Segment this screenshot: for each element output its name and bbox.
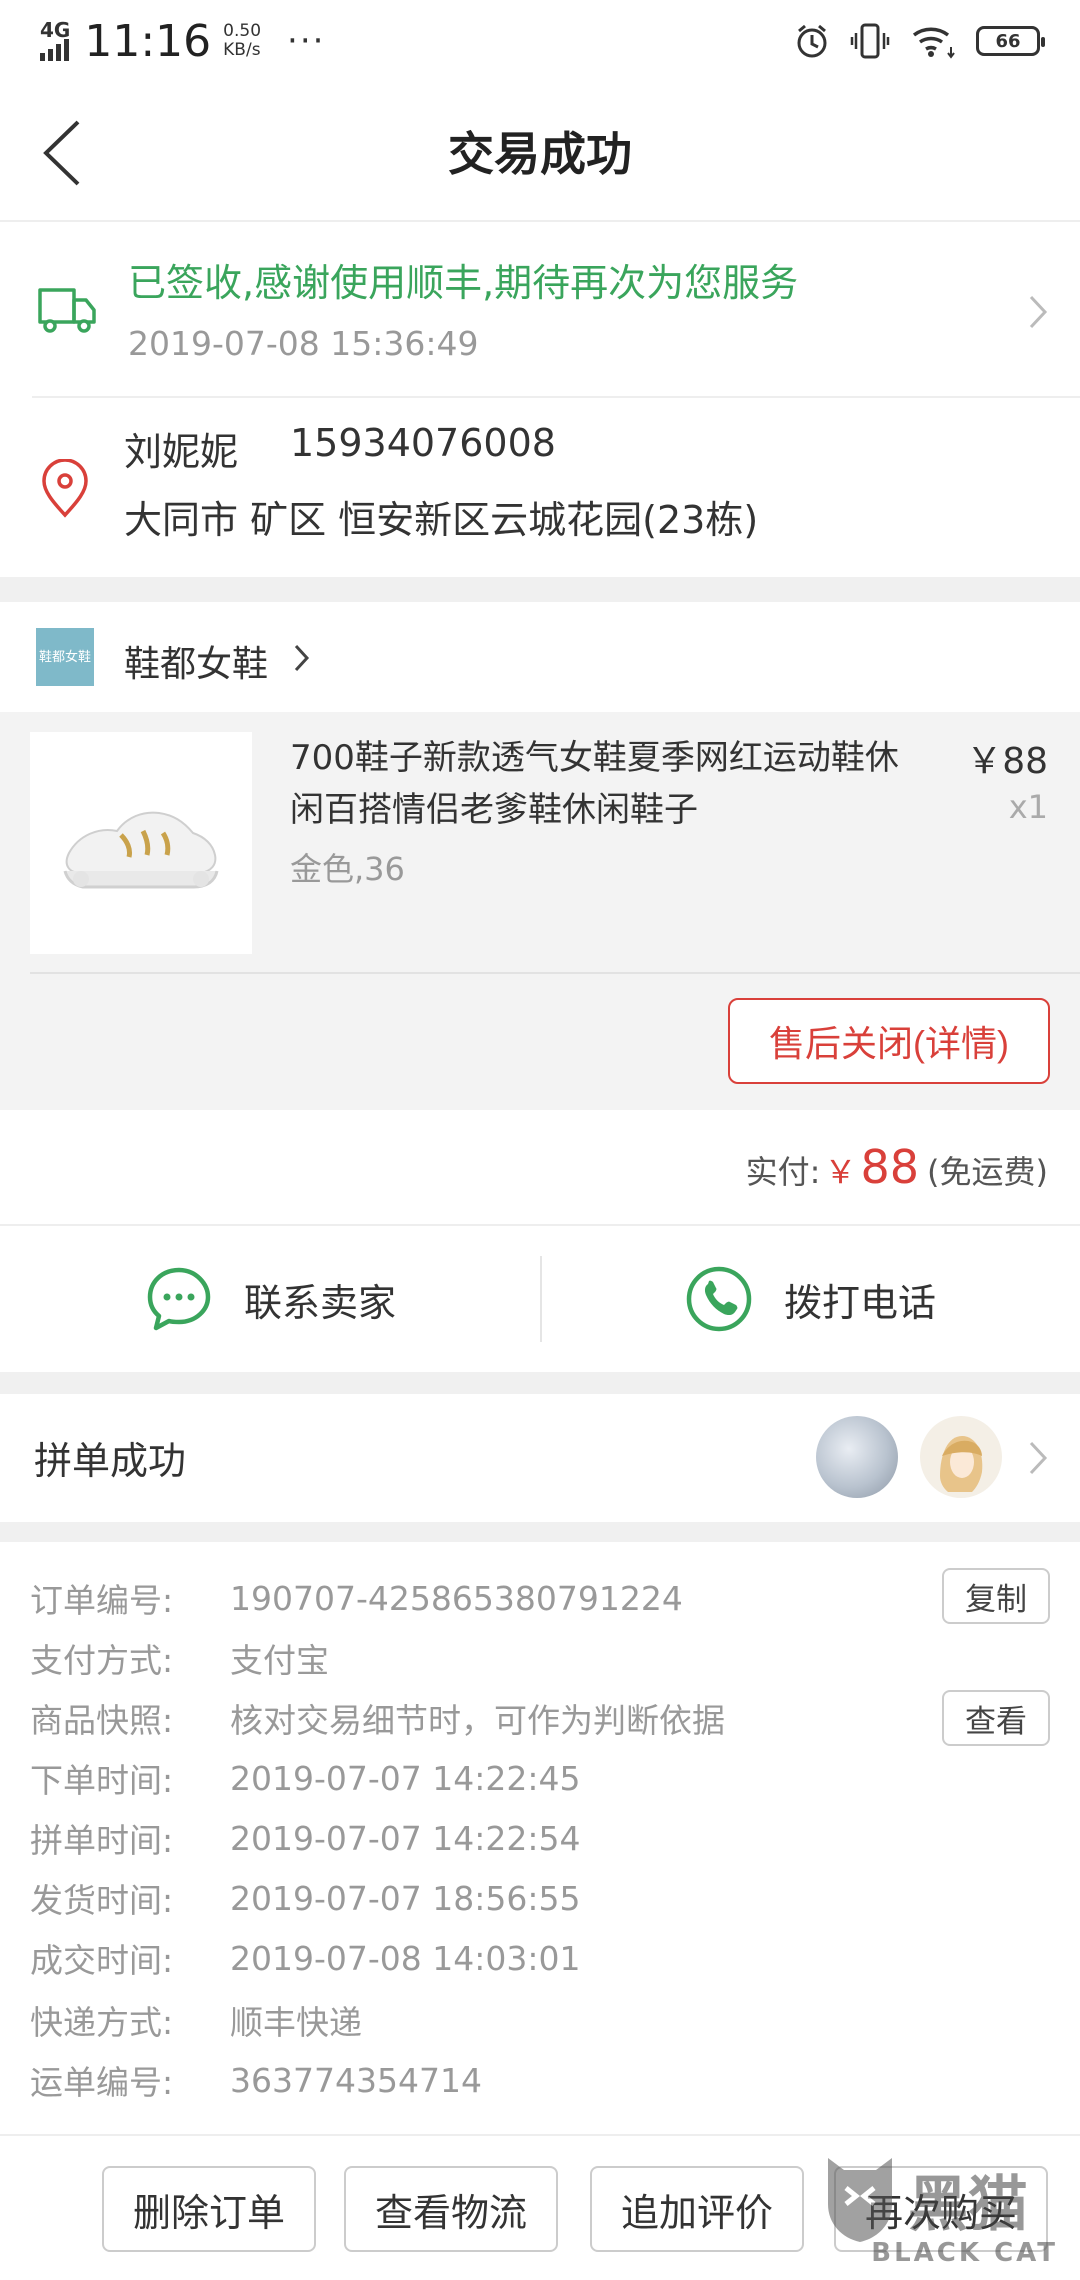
logistics-time: 2019-07-08 15:36:49 <box>128 324 479 363</box>
section-gap <box>0 1372 1080 1394</box>
group-time-row: 拼单时间: 2019-07-07 14:22:54 <box>30 1818 581 1861</box>
detail-key: 运单编号: <box>30 2063 174 2102</box>
add-review-button[interactable]: 追加评价 <box>590 2166 804 2252</box>
chevron-right-icon <box>1029 295 1048 329</box>
paid-amount: 88 <box>860 1140 920 1194</box>
detail-value: 2019-07-07 18:56:55 <box>230 1878 581 1918</box>
clock: 11:16 <box>84 15 212 67</box>
call-phone-button[interactable]: 拨打电话 <box>540 1226 1080 1372</box>
shipping-address: 刘妮妮 15934076008 大同市 矿区 恒安新区云城花园(23栋) <box>0 397 1080 577</box>
view-snapshot-button[interactable]: 查看 <box>942 1690 1050 1746</box>
payment-method-row: 支付方式: 支付宝 <box>30 1638 329 1680</box>
after-sale-details-button[interactable]: 售后关闭(详情) <box>728 998 1050 1084</box>
paid-label: 实付: <box>745 1153 821 1191</box>
avatar <box>920 1416 1002 1498</box>
chevron-right-icon <box>294 644 310 672</box>
tracking-number-row: 运单编号: 363774354714 <box>30 2060 482 2103</box>
detail-key: 快递方式: <box>30 2003 174 2042</box>
order-time-row: 下单时间: 2019-07-07 14:22:45 <box>30 1758 581 1801</box>
view-logistics-button[interactable]: 查看物流 <box>344 2166 558 2252</box>
shop-name: 鞋都女鞋 <box>124 644 269 685</box>
location-pin-icon <box>42 459 88 518</box>
sneaker-image <box>63 811 219 889</box>
detail-value: 支付宝 <box>230 1641 329 1680</box>
shop-header[interactable]: 鞋都女鞋 鞋都女鞋 <box>0 602 1080 712</box>
product-spec: 金色,36 <box>290 850 405 888</box>
signal-icon <box>40 39 69 61</box>
deal-time-row: 成交时间: 2019-07-08 14:03:01 <box>30 1938 581 1981</box>
ship-time-row: 发货时间: 2019-07-07 18:56:55 <box>30 1878 581 1921</box>
detail-key: 商品快照: <box>30 1701 174 1740</box>
group-buy-label: 拼单成功 <box>34 1439 187 1483</box>
detail-value: 2019-07-07 14:22:54 <box>230 1818 581 1858</box>
network-type: 4G <box>40 18 71 42</box>
battery-level: 66 <box>995 30 1021 52</box>
divider <box>540 1256 542 1342</box>
product-price: ￥88 <box>966 741 1048 782</box>
section-gap <box>0 1522 1080 1542</box>
product-image <box>30 732 252 954</box>
net-speed: 0.50 KB/s <box>223 22 261 60</box>
detail-key: 成交时间: <box>30 1941 174 1980</box>
page-header: 交易成功 <box>0 82 1080 222</box>
delivery-truck-icon <box>38 288 96 333</box>
copy-order-number-button[interactable]: 复制 <box>942 1568 1050 1624</box>
shipping-fee-note: (免运费) <box>927 1153 1048 1191</box>
detail-value: 核对交易细节时，可作为判断依据 <box>230 1701 725 1740</box>
recipient-name: 刘妮妮 <box>124 430 239 474</box>
delete-order-button[interactable]: 删除订单 <box>102 2166 316 2252</box>
order-details: 订单编号: 190707-425865380791224 支付方式: 支付宝 商品快… <box>0 1542 1080 2134</box>
vibrate-icon <box>850 23 890 59</box>
black-cat-logo <box>828 2158 892 2242</box>
payment-summary: 实付: ￥ 88 (免运费) <box>0 1110 1080 1226</box>
call-phone-label: 拨打电话 <box>783 1280 936 1325</box>
net-speed-value: 0.50 <box>223 21 262 41</box>
snapshot-row: 商品快照: 核对交易细节时，可作为判断依据 <box>30 1698 725 1740</box>
net-speed-unit: KB/s <box>223 40 261 60</box>
detail-value: 2019-07-07 14:22:45 <box>230 1758 581 1798</box>
back-arrow-icon[interactable] <box>38 118 88 188</box>
order-number-row: 订单编号: 190707-425865380791224 <box>30 1578 683 1621</box>
detail-key: 下单时间: <box>30 1761 174 1800</box>
avatar <box>816 1416 898 1498</box>
divider <box>30 972 1080 974</box>
watermark-text: BLACK CAT <box>871 2238 1058 2268</box>
detail-value: 顺丰快递 <box>230 2003 362 2042</box>
address-line: 大同市 矿区 恒安新区云城花园(23栋) <box>124 498 759 542</box>
detail-key: 拼单时间: <box>30 1821 174 1860</box>
bottom-action-bar: 删除订单 查看物流 追加评价 再次购买 黑猫 BLACK CAT <box>0 2134 1080 2280</box>
detail-value: 2019-07-08 14:03:01 <box>230 1938 581 1978</box>
detail-key: 发货时间: <box>30 1881 174 1920</box>
currency-symbol: ￥ <box>824 1153 857 1191</box>
chevron-right-icon <box>1029 1441 1048 1475</box>
phone-icon <box>686 1266 752 1332</box>
contact-seller-button[interactable]: 联系卖家 <box>0 1226 540 1372</box>
watermark-logo-text: 黑猫 <box>908 2170 1028 2240</box>
product-card[interactable]: 700鞋子新款透气女鞋夏季网红运动鞋休闲百搭情侣老爹鞋休闲鞋子 ￥88 x1 金… <box>0 712 1080 1110</box>
product-quantity: x1 <box>1008 788 1048 826</box>
alarm-icon <box>797 24 827 58</box>
status-bar: 4G 11:16 0.50 KB/s ··· 66 <box>0 0 1080 82</box>
contact-bar: 联系卖家 拨打电话 <box>0 1226 1080 1372</box>
wifi-icon <box>912 27 955 59</box>
watermark: 黑猫 BLACK CAT <box>812 2148 1072 2274</box>
detail-value: 190707-425865380791224 <box>230 1578 683 1618</box>
shop-logo: 鞋都女鞋 <box>36 628 94 686</box>
battery-indicator: 66 <box>976 26 1045 56</box>
logistics-status-text: 已签收,感谢使用顺丰,期待再次为您服务 <box>128 261 799 305</box>
chat-bubble-icon <box>147 1267 211 1331</box>
logistics-status[interactable]: 已签收,感谢使用顺丰,期待再次为您服务 2019-07-08 15:36:49 <box>0 222 1080 397</box>
group-buy-status[interactable]: 拼单成功 <box>0 1394 1080 1522</box>
page-title: 交易成功 <box>448 127 632 181</box>
detail-value: 363774354714 <box>230 2060 482 2100</box>
courier-row: 快递方式: 顺丰快递 <box>30 2000 362 2042</box>
section-gap <box>0 577 1080 602</box>
detail-key: 订单编号: <box>30 1581 174 1620</box>
detail-key: 支付方式: <box>30 1641 174 1680</box>
more-notifications-icon: ··· <box>287 21 326 61</box>
product-title: 700鞋子新款透气女鞋夏季网红运动鞋休闲百搭情侣老爹鞋休闲鞋子 <box>290 738 899 830</box>
network-indicator: 4G <box>40 18 71 61</box>
contact-seller-label: 联系卖家 <box>243 1280 396 1325</box>
recipient-phone: 15934076008 <box>290 421 556 465</box>
